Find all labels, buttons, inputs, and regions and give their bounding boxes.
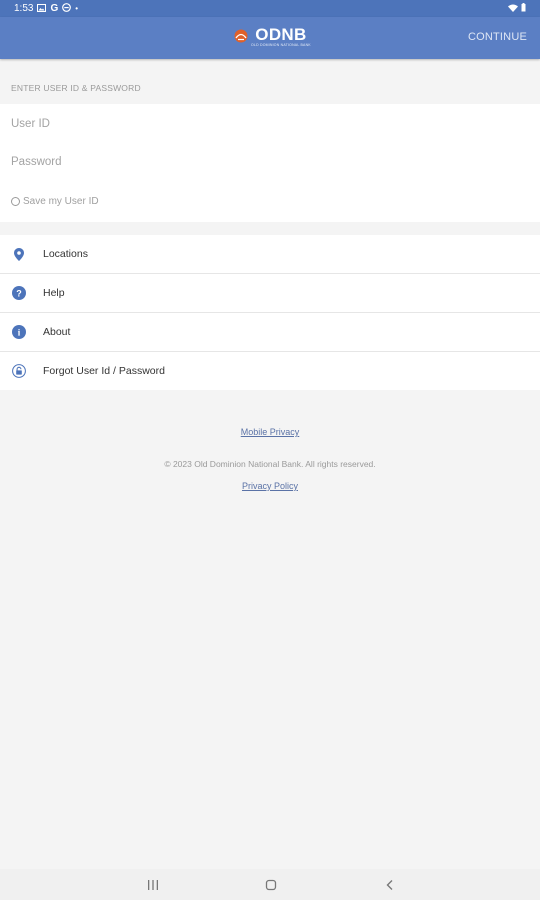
- google-icon: G: [50, 2, 59, 14]
- menu-item-help[interactable]: ? Help: [0, 274, 540, 313]
- recents-icon[interactable]: [143, 875, 163, 895]
- menu-item-locations[interactable]: Locations: [0, 235, 540, 274]
- system-nav-bar: [0, 869, 540, 900]
- vpn-icon: [62, 3, 72, 14]
- save-user-id-checkbox[interactable]: Save my User ID: [11, 196, 99, 207]
- logo-mark-icon: [234, 29, 248, 43]
- battery-icon: [521, 3, 526, 14]
- status-bar: 1:53 G •: [0, 0, 540, 17]
- login-section-header: ENTER USER ID & PASSWORD: [11, 83, 141, 93]
- save-user-id-label: Save my User ID: [23, 196, 99, 207]
- dot-icon: •: [75, 3, 79, 13]
- login-card: Save my User ID: [0, 104, 540, 222]
- info-icon: i: [12, 325, 26, 339]
- svg-text:?: ?: [16, 289, 22, 299]
- menu-item-forgot[interactable]: Forgot User Id / Password: [0, 352, 540, 390]
- bank-logo: ODNB OLD DOMINION NATIONAL BANK: [234, 26, 311, 50]
- status-left: 1:53 G •: [14, 3, 78, 14]
- copyright-text: © 2023 Old Dominion National Bank. All r…: [164, 459, 376, 469]
- menu-item-label: Locations: [43, 248, 88, 260]
- menu-item-label: Forgot User Id / Password: [43, 365, 165, 377]
- mobile-privacy-link[interactable]: Mobile Privacy: [0, 427, 540, 437]
- app-bar: ODNB OLD DOMINION NATIONAL BANK CONTINUE: [0, 17, 540, 59]
- menu-item-about[interactable]: i About: [0, 313, 540, 352]
- user-id-input[interactable]: [11, 112, 526, 136]
- help-icon: ?: [12, 286, 26, 300]
- home-icon[interactable]: [261, 875, 281, 895]
- privacy-policy-link[interactable]: Privacy Policy: [0, 481, 540, 491]
- save-user-id-radio-icon[interactable]: [11, 197, 20, 206]
- location-pin-icon: [12, 247, 26, 261]
- continue-button[interactable]: CONTINUE: [468, 31, 527, 43]
- menu-item-label: About: [43, 326, 71, 338]
- status-time: 1:53: [14, 3, 34, 14]
- menu-item-label: Help: [43, 287, 65, 299]
- image-icon: [37, 3, 47, 14]
- lock-icon: [12, 364, 26, 378]
- password-input[interactable]: [11, 150, 526, 174]
- wifi-icon: [508, 4, 518, 14]
- logo-tagline: OLD DOMINION NATIONAL BANK: [251, 43, 311, 47]
- status-right: [508, 3, 526, 14]
- logo-text-wrap: ODNB OLD DOMINION NATIONAL BANK: [251, 26, 311, 48]
- logo-text: ODNB: [255, 25, 307, 44]
- back-icon[interactable]: [380, 875, 400, 895]
- menu-list: Locations ? Help i About Forgot User Id …: [0, 235, 540, 390]
